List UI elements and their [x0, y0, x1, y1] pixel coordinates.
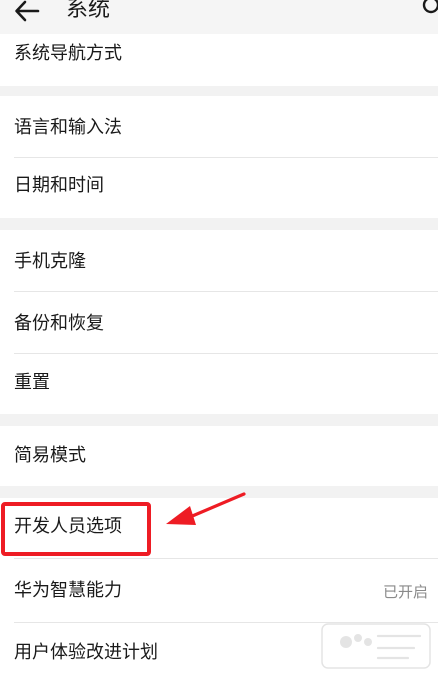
settings-item-status: 已开启 — [382, 583, 428, 601]
settings-group-language: 语言和输入法 日期和时间 — [0, 96, 438, 218]
settings-group-backup: 手机克隆 备份和恢复 重置 — [0, 230, 438, 414]
settings-item-label: 备份和恢复 — [14, 313, 104, 334]
settings-item-phone-clone[interactable]: 手机克隆 — [0, 230, 438, 291]
search-icon[interactable] — [422, 0, 438, 20]
settings-item-backup-restore[interactable]: 备份和恢复 — [0, 292, 438, 353]
settings-item-language-input[interactable]: 语言和输入法 — [0, 96, 438, 157]
settings-item-label: 语言和输入法 — [14, 117, 122, 138]
settings-item-simple-mode[interactable]: 简易模式 — [0, 426, 438, 486]
settings-item-label: 日期和时间 — [14, 175, 104, 196]
watermark-logo-icon — [321, 623, 431, 669]
settings-item-huawei-ai[interactable]: 华为智慧能力 已开启 — [0, 559, 438, 621]
settings-item-label: 华为智慧能力 — [14, 580, 122, 601]
settings-item-system-navigation[interactable]: 系统导航方式 — [0, 34, 438, 86]
settings-item-label: 简易模式 — [14, 445, 86, 466]
settings-item-label: 用户体验改进计划 — [14, 642, 158, 663]
annotation-arrow-icon — [166, 492, 246, 525]
settings-item-reset[interactable]: 重置 — [0, 354, 438, 414]
settings-item-label: 系统导航方式 — [14, 43, 122, 64]
settings-group-simple-mode: 简易模式 — [0, 426, 438, 486]
back-arrow-icon[interactable] — [14, 0, 40, 22]
settings-item-date-time[interactable]: 日期和时间 — [0, 158, 438, 218]
highlight-annotation-box — [1, 502, 151, 556]
settings-item-label: 手机克隆 — [14, 251, 86, 272]
settings-item-label: 重置 — [14, 372, 50, 393]
page-title: 系统 — [66, 0, 111, 22]
settings-group-navigation: 系统导航方式 — [0, 34, 438, 86]
